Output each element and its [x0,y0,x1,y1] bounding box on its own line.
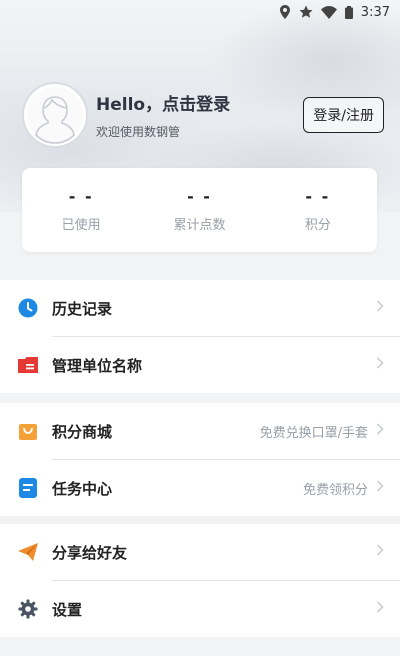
stat-credits[interactable]: - - 积分 [259,168,377,252]
menu-item-share[interactable]: 分享给好友 [0,524,400,580]
menu-item-label: 任务中心 [52,479,113,498]
bottom-nav-edge [0,656,400,661]
wifi-icon [320,5,337,19]
menu-item-hint: 免费兑换口罩/手套 [259,425,368,441]
menu-item-label: 管理单位名称 [52,356,143,375]
profile-section: Hello，点击登录 欢迎使用数钢管 登录/注册 [22,82,384,148]
menu-item-label: 历史记录 [52,299,113,318]
status-bar: 3:37 [0,0,400,24]
menu-item-points-mall[interactable]: 积分商城 免费兑换口罩/手套 [0,403,400,459]
chevron-right-icon [376,601,384,617]
default-avatar-icon [27,87,83,144]
battery-icon [344,5,353,19]
menu-group-points: 积分商城 免费兑换口罩/手套 任务中心 免费领积分 [0,403,400,516]
id-card-icon [16,353,40,377]
menu-item-label: 分享给好友 [52,543,128,562]
stat-total-points[interactable]: - - 累计点数 [140,168,258,252]
welcome-text: 欢迎使用数钢管 [96,125,181,139]
menu-item-label: 设置 [52,600,83,619]
menu-item-hint: 免费领积分 [302,482,368,498]
stat-value: - - [187,187,212,206]
menu-item-history[interactable]: 历史记录 [0,280,400,336]
chevron-right-icon [376,300,384,316]
avatar[interactable] [22,82,88,148]
menu-item-label: 积分商城 [52,422,113,441]
chevron-right-icon [376,357,384,373]
stat-value: - - [305,187,331,206]
menu-group-records: 历史记录 管理单位名称 [0,280,400,393]
gear-icon [16,597,40,621]
stat-used[interactable]: - - 已使用 [22,168,140,252]
chevron-right-icon [376,544,384,560]
stat-value: - - [68,187,94,206]
menu-group-misc: 分享给好友 设置 [0,524,400,637]
stat-label: 累计点数 [173,218,226,233]
paper-plane-icon [16,540,40,564]
menu-item-unit-name[interactable]: 管理单位名称 [0,337,400,393]
chevron-right-icon [376,423,384,439]
stat-label: 积分 [304,218,331,233]
login-register-button[interactable]: 登录/注册 [303,97,384,133]
login-prompt[interactable]: Hello，点击登录 [96,90,303,115]
stat-label: 已使用 [61,218,101,233]
clock-icon [16,296,40,320]
status-time: 3:37 [360,4,390,20]
star-icon [299,5,313,19]
menu-item-settings[interactable]: 设置 [0,581,400,637]
stats-card: - - 已使用 - - 累计点数 - - 积分 [22,168,377,252]
task-list-icon [16,476,40,500]
location-icon [279,5,291,19]
shopping-bag-icon [16,419,40,443]
menu-item-task-center[interactable]: 任务中心 免费领积分 [0,460,400,516]
chevron-right-icon [376,480,384,496]
